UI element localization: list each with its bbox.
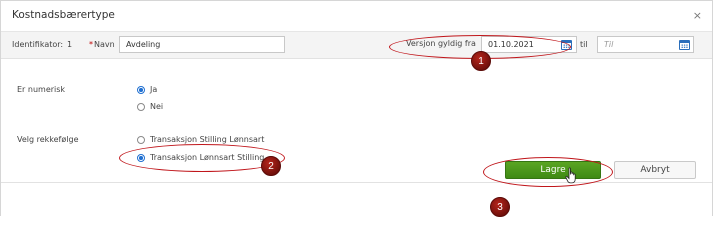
dialog: Kostnadsbærertype × Identifikator: 1 * N… <box>0 0 713 217</box>
annotation-badge-3: 3 <box>490 197 510 217</box>
identifier-value: 1 <box>67 40 73 49</box>
order-option-2-label: Transaksjon Lønnsart Stilling <box>150 153 265 162</box>
dialog-title: Kostnadsbærertype <box>12 9 115 21</box>
numeric-no-label: Nei <box>150 102 164 111</box>
order-option-2-radio[interactable] <box>137 154 145 162</box>
calendar-icon[interactable] <box>561 40 572 50</box>
to-label: til <box>580 40 588 49</box>
dialog-title-bar: Kostnadsbærertype × <box>1 1 712 32</box>
name-field[interactable]: Avdeling <box>119 36 285 53</box>
calendar-icon[interactable] <box>679 40 690 50</box>
numeric-yes-radio[interactable] <box>137 86 145 94</box>
header-row: Identifikator: 1 * Navn Avdeling Versjon… <box>1 32 712 59</box>
annotation-badge-2: 2 <box>261 156 281 176</box>
identifier-label: Identifikator: <box>12 40 64 49</box>
dialog-footer <box>1 182 712 216</box>
required-mark: * <box>89 40 93 49</box>
order-option-1-radio[interactable] <box>137 136 145 144</box>
valid-from-label: Versjon gyldig fra <box>406 39 476 48</box>
save-button[interactable]: Lagre <box>505 161 601 179</box>
order-option-1-label: Transaksjon Stilling Lønnsart <box>150 135 265 144</box>
annotation-badge-1: 1 <box>471 51 491 71</box>
numeric-no-radio[interactable] <box>137 103 145 111</box>
numeric-yes-label: Ja <box>150 85 158 94</box>
close-icon[interactable]: × <box>693 9 702 22</box>
numeric-label: Er numerisk <box>17 85 66 94</box>
name-label: Navn <box>94 40 115 49</box>
cancel-button[interactable]: Avbryt <box>614 161 696 179</box>
order-label: Velg rekkefølge <box>17 135 79 144</box>
